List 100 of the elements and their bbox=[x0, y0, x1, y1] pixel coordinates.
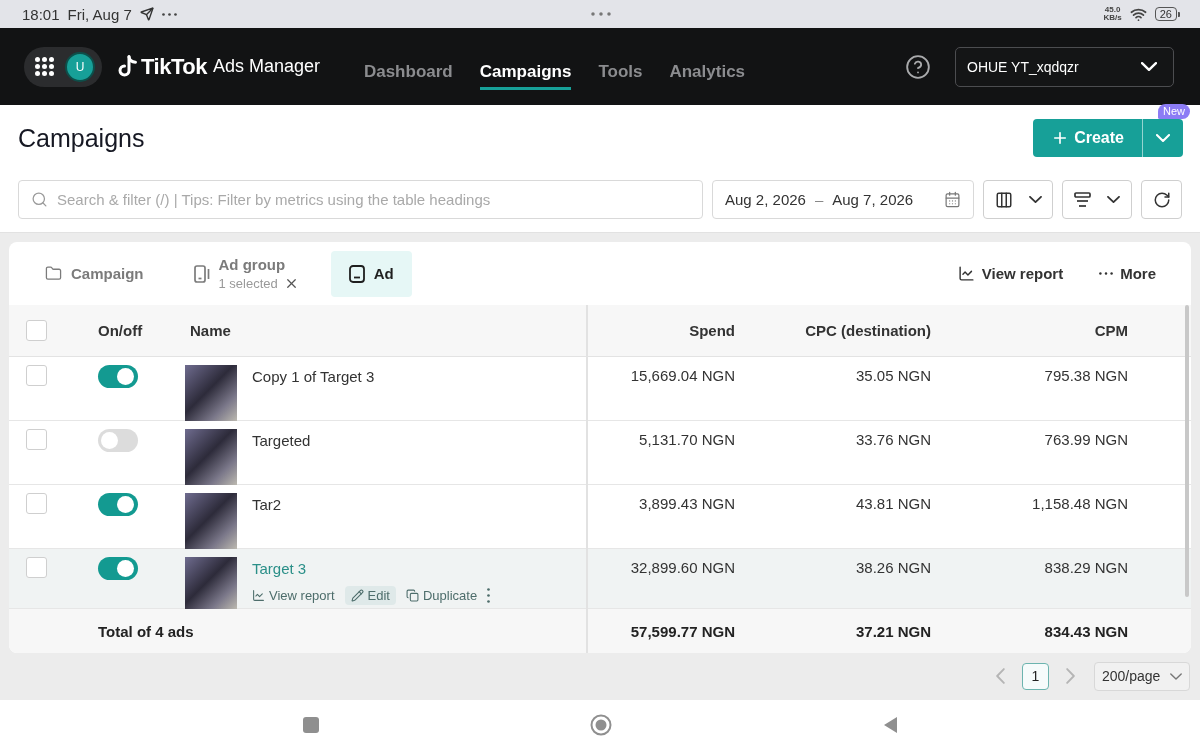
level-tab[interactable]: Ad bbox=[330, 250, 412, 297]
ad-name[interactable]: Tar2 bbox=[252, 496, 282, 513]
refresh-icon bbox=[1152, 190, 1171, 209]
account-dropdown[interactable]: OHUE YT_xqdqzr bbox=[955, 46, 1174, 87]
chevron-down-icon bbox=[1170, 672, 1182, 680]
select-all-checkbox[interactable] bbox=[26, 320, 47, 341]
calendar-icon bbox=[944, 191, 961, 208]
columns-button[interactable] bbox=[983, 180, 1053, 219]
ad-name[interactable]: Copy 1 of Target 3 bbox=[252, 368, 375, 385]
status-date: Fri, Aug 7 bbox=[67, 5, 132, 23]
table-cell-text: 763.99 NGN bbox=[1043, 430, 1129, 450]
column-header[interactable]: CPM bbox=[946, 305, 1143, 356]
level-tab[interactable]: Campaign bbox=[27, 250, 162, 297]
network-speed: 45.0 bbox=[1104, 6, 1121, 14]
table-cell-text: 15,669.04 NGN bbox=[629, 366, 736, 386]
view-report-link[interactable]: View report bbox=[252, 588, 335, 603]
music-note-icon bbox=[118, 55, 138, 78]
battery-indicator: 26 bbox=[1154, 7, 1177, 21]
table-cell-text: 1,158.48 NGN bbox=[1031, 494, 1129, 514]
device-icon bbox=[193, 264, 210, 283]
copy-icon bbox=[405, 589, 419, 602]
columns-icon bbox=[994, 190, 1013, 209]
chart-icon bbox=[957, 265, 975, 282]
home-button[interactable] bbox=[589, 714, 612, 736]
table-row[interactable]: Target 3 View report Edit Duplicate 32,899.60 NGN 38.26 NGN 838.29 NGN bbox=[9, 549, 1191, 609]
date-range-picker[interactable]: Aug 2, 2026 – Aug 7, 2026 bbox=[712, 180, 974, 219]
on-off-toggle[interactable] bbox=[98, 557, 138, 580]
logo-brand: TikTok bbox=[141, 53, 207, 80]
previous-page-icon[interactable] bbox=[996, 668, 1005, 684]
table-row[interactable]: Targeted 5,131.70 NGN 33.76 NGN 763.99 NGN bbox=[9, 421, 1191, 485]
chevron-down-icon bbox=[1107, 196, 1120, 203]
search-icon bbox=[31, 191, 48, 208]
on-off-toggle[interactable] bbox=[98, 429, 138, 452]
table-row[interactable]: Tar2 3,899.43 NGN 43.81 NGN 1,158.48 NGN bbox=[9, 485, 1191, 549]
level-tab[interactable]: Ad group 1 selected bbox=[175, 250, 317, 297]
create-menu-button[interactable] bbox=[1142, 119, 1183, 157]
page-size-select[interactable]: 200/page bbox=[1094, 661, 1190, 691]
help-icon[interactable] bbox=[905, 53, 931, 80]
page-title: Campaigns bbox=[18, 123, 145, 153]
scrollbar-thumb[interactable] bbox=[1185, 305, 1189, 597]
row-checkbox[interactable] bbox=[26, 429, 47, 450]
total-label: Total of 4 ads bbox=[84, 609, 588, 653]
ad-name[interactable]: Target 3 bbox=[252, 560, 491, 577]
paper-plane-icon bbox=[139, 7, 154, 21]
row-checkbox[interactable] bbox=[26, 365, 47, 386]
table-cell-text: 834.43 NGN bbox=[1043, 621, 1129, 642]
more-icon[interactable] bbox=[487, 588, 491, 603]
edit-button[interactable]: Edit bbox=[344, 586, 396, 605]
column-header[interactable]: Spend bbox=[588, 305, 750, 356]
on-off-toggle[interactable] bbox=[98, 493, 138, 516]
chart-icon bbox=[252, 589, 265, 602]
nav-tab[interactable]: Dashboard bbox=[363, 51, 453, 90]
table-cell-text: 32,899.60 NGN bbox=[629, 558, 736, 578]
table-cell-text: 43.81 NGN bbox=[854, 494, 932, 514]
row-checkbox[interactable] bbox=[26, 493, 47, 514]
card-icon bbox=[348, 264, 365, 283]
breakdown-button[interactable] bbox=[1062, 180, 1132, 219]
list-icon bbox=[1074, 191, 1091, 208]
more-icon bbox=[1099, 272, 1114, 275]
more-button[interactable]: More bbox=[1099, 265, 1156, 282]
photo-placeholder bbox=[185, 557, 237, 609]
table-row[interactable]: Copy 1 of Target 3 15,669.04 NGN 35.05 NGN 795.38 NGN bbox=[9, 357, 1191, 421]
chevron-down-icon bbox=[1141, 62, 1157, 71]
table-cell-text: 5,131.70 NGN bbox=[638, 430, 736, 450]
pencil-icon bbox=[350, 589, 364, 602]
nav-tab[interactable]: Analytics bbox=[669, 51, 746, 90]
new-badge: New bbox=[1158, 104, 1190, 119]
tab-label: Ad group bbox=[218, 256, 286, 273]
next-page-icon[interactable] bbox=[1066, 668, 1075, 684]
duplicate-link[interactable]: Duplicate bbox=[405, 588, 478, 603]
end-date: Aug 7, 2026 bbox=[832, 191, 914, 208]
on-off-toggle[interactable] bbox=[98, 365, 138, 388]
table-cell-text: 3,899.43 NGN bbox=[638, 494, 736, 514]
refresh-button[interactable] bbox=[1141, 180, 1182, 219]
row-checkbox[interactable] bbox=[26, 557, 47, 578]
status-time: 18:01 bbox=[22, 5, 60, 23]
page-button[interactable]: 1 bbox=[1022, 662, 1049, 690]
column-header[interactable]: CPC (destination) bbox=[750, 305, 946, 356]
table-cell-text: 37.21 NGN bbox=[854, 621, 932, 642]
selection-count: 1 selected bbox=[218, 276, 278, 291]
table-cell-text: 795.38 NGN bbox=[1043, 366, 1129, 386]
table-cell-text: 38.26 NGN bbox=[854, 558, 932, 578]
table-cell-text: 838.29 NGN bbox=[1043, 558, 1129, 578]
apps-grid-icon[interactable] bbox=[35, 57, 54, 76]
nav-tab[interactable]: Campaigns bbox=[479, 51, 572, 90]
chevron-down-icon bbox=[1156, 134, 1170, 142]
ad-name[interactable]: Targeted bbox=[252, 432, 311, 449]
handle-dots-icon bbox=[591, 12, 611, 16]
photo-placeholder bbox=[185, 429, 237, 485]
logo-product: Ads Manager bbox=[212, 56, 320, 77]
search-field[interactable]: Search & filter (/) | Tips: Filter by metrics using the table headings bbox=[18, 180, 703, 219]
network-unit: KB/s bbox=[1103, 14, 1122, 22]
view-report-button[interactable]: View report bbox=[957, 265, 1064, 282]
nav-tab[interactable]: Tools bbox=[598, 51, 643, 90]
folder-icon bbox=[45, 265, 62, 282]
photo-placeholder bbox=[185, 365, 237, 421]
photo-placeholder bbox=[185, 493, 237, 549]
recents-button[interactable] bbox=[302, 717, 319, 733]
back-button[interactable] bbox=[882, 716, 898, 734]
date-separator: – bbox=[814, 191, 824, 208]
